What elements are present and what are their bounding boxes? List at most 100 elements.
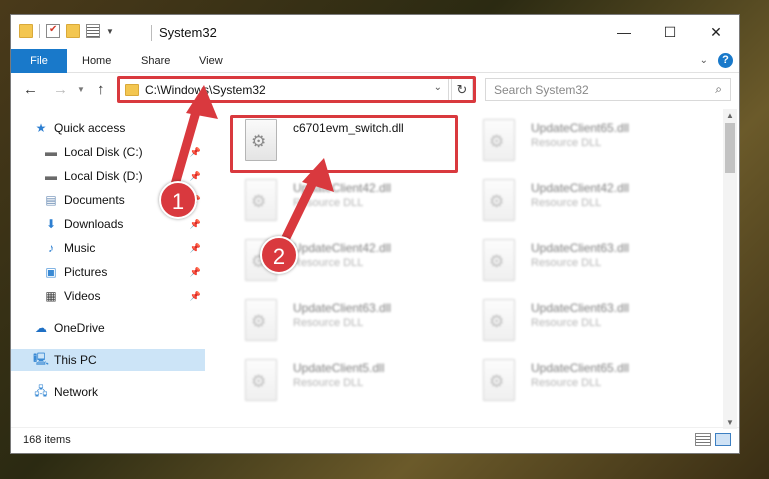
file-name: UpdateClient5.dll	[293, 361, 385, 375]
sidebar-item-this-pc[interactable]: 🖳 This PC	[11, 349, 205, 371]
file-item[interactable]: UpdateClient63.dll Resource DLL	[467, 295, 697, 351]
new-folder-icon[interactable]	[66, 24, 80, 38]
back-arrow-icon[interactable]: ←	[23, 81, 38, 98]
sidebar-item-label: Downloads	[64, 217, 124, 231]
sidebar-item-label: Videos	[64, 289, 101, 303]
scroll-thumb[interactable]	[725, 123, 735, 173]
sidebar-item-label: Music	[64, 241, 96, 255]
download-icon: ⬇	[45, 217, 57, 231]
address-row: ← → ▼ ↑ C:\Windows\System32 ⌄ ↻ Search S…	[11, 75, 739, 105]
tab-share[interactable]: Share	[141, 49, 170, 73]
title-divider	[151, 25, 152, 41]
file-type: Resource DLL	[293, 377, 364, 389]
tab-home[interactable]: Home	[82, 49, 111, 73]
minimize-button[interactable]: —	[601, 15, 647, 49]
dll-file-icon	[245, 359, 277, 401]
sidebar-item-label: This PC	[54, 353, 97, 367]
window-title: System32	[159, 25, 217, 40]
folder-icon	[19, 24, 33, 38]
dll-file-icon	[245, 299, 277, 341]
sidebar-item-label: Network	[54, 385, 99, 399]
forward-arrow-icon[interactable]: →	[53, 81, 68, 98]
tab-file[interactable]: File	[11, 49, 67, 73]
properties-check-icon[interactable]	[46, 24, 60, 38]
dll-file-icon	[483, 359, 515, 401]
file-item[interactable]: UpdateClient65.dll Resource DLL	[467, 115, 697, 171]
pin-icon[interactable]: 📌	[190, 219, 201, 230]
drive-icon: ▬	[45, 169, 57, 183]
pin-icon[interactable]: 📌	[190, 291, 201, 302]
search-icon[interactable]: ⌕	[715, 82, 722, 97]
file-item[interactable]: UpdateClient42.dll Resource DLL	[467, 175, 697, 231]
sidebar-item-pictures[interactable]: ▣ Pictures 📌	[43, 261, 205, 283]
sidebar-item-videos[interactable]: ▦ Videos 📌	[43, 285, 205, 307]
callout-badge-2: 2	[260, 236, 298, 274]
videos-icon: ▦	[45, 289, 57, 303]
cloud-icon: ☁	[35, 321, 47, 335]
file-name: UpdateClient63.dll	[293, 301, 392, 315]
title-bar: ▼ System32 — ☐ ✕	[11, 15, 739, 49]
search-placeholder: Search System32	[494, 82, 589, 97]
ribbon-right-controls: ⌄ ?	[700, 53, 733, 68]
file-name: UpdateClient42.dll	[531, 181, 630, 195]
scroll-down-arrow-icon[interactable]: ▼	[726, 418, 734, 427]
dll-file-icon	[483, 119, 515, 161]
file-highlight-box	[230, 115, 458, 173]
file-item[interactable]: UpdateClient63.dll Resource DLL	[467, 235, 697, 291]
dll-file-icon	[483, 239, 515, 281]
file-type: Resource DLL	[531, 257, 602, 269]
explorer-window: ▼ System32 — ☐ ✕ File Home Share View ⌄ …	[10, 14, 740, 454]
file-name: UpdateClient63.dll	[531, 241, 630, 255]
large-icons-view-icon[interactable]	[715, 433, 731, 446]
callout-badge-1: 1	[159, 181, 197, 219]
file-type: Resource DLL	[293, 317, 364, 329]
window-controls: — ☐ ✕	[601, 15, 739, 49]
pin-icon[interactable]: 📌	[190, 243, 201, 254]
dll-file-icon	[483, 299, 515, 341]
music-icon: ♪	[48, 241, 54, 255]
pin-icon[interactable]: 📌	[190, 267, 201, 278]
file-type: Resource DLL	[531, 317, 602, 329]
search-input[interactable]: Search System32 ⌕	[485, 78, 731, 101]
details-view-icon[interactable]	[695, 433, 711, 446]
sidebar-item-music[interactable]: ♪ Music 📌	[43, 237, 205, 259]
properties-icon[interactable]	[86, 24, 100, 38]
dll-file-icon	[483, 179, 515, 221]
file-item[interactable]: UpdateClient65.dll Resource DLL	[467, 355, 697, 411]
close-button[interactable]: ✕	[693, 15, 739, 49]
sidebar-item-label: Local Disk (D:)	[64, 169, 143, 183]
quick-access-toolbar: ▼	[19, 24, 114, 38]
sidebar-item-label: Quick access	[54, 121, 126, 135]
recent-locations-chevron-icon[interactable]: ▼	[77, 85, 85, 94]
file-type: Resource DLL	[531, 377, 602, 389]
sidebar-item-onedrive[interactable]: ☁ OneDrive	[33, 317, 227, 339]
sidebar-item-network[interactable]: 🖧 Network	[33, 381, 227, 403]
file-item[interactable]: UpdateClient42.dll Resource DLL	[229, 175, 459, 231]
sidebar-item-label: Local Disk (C:)	[64, 145, 143, 159]
file-name: UpdateClient63.dll	[531, 301, 630, 315]
expand-ribbon-chevron-icon[interactable]: ⌄	[700, 55, 708, 66]
file-name: UpdateClient65.dll	[531, 361, 630, 375]
file-type: Resource DLL	[531, 197, 602, 209]
scroll-up-arrow-icon[interactable]: ▲	[726, 111, 734, 120]
drive-icon: ▬	[45, 145, 57, 159]
tab-view[interactable]: View	[199, 49, 223, 73]
sidebar-item-label: Documents	[64, 193, 125, 207]
documents-icon: ▤	[45, 193, 57, 207]
ribbon-tabs: File Home Share View ⌄ ?	[11, 49, 739, 73]
maximize-button[interactable]: ☐	[647, 15, 693, 49]
file-item[interactable]: UpdateClient63.dll Resource DLL	[229, 295, 459, 351]
file-type: Resource DLL	[293, 257, 364, 269]
customize-toolbar-chevron-icon[interactable]: ▼	[106, 27, 114, 36]
pictures-icon: ▣	[45, 265, 57, 279]
computer-icon: 🖳	[33, 351, 50, 366]
sidebar-item-label: OneDrive	[54, 321, 105, 335]
toolbar-divider	[39, 24, 40, 38]
star-icon: ★	[35, 121, 47, 135]
sidebar-item-label: Pictures	[64, 265, 108, 279]
up-arrow-icon[interactable]: ↑	[97, 81, 105, 98]
file-name: UpdateClient65.dll	[531, 121, 630, 135]
help-button[interactable]: ?	[718, 53, 733, 68]
file-item[interactable]: UpdateClient5.dll Resource DLL	[229, 355, 459, 411]
vertical-scrollbar[interactable]: ▲ ▼	[723, 109, 737, 429]
